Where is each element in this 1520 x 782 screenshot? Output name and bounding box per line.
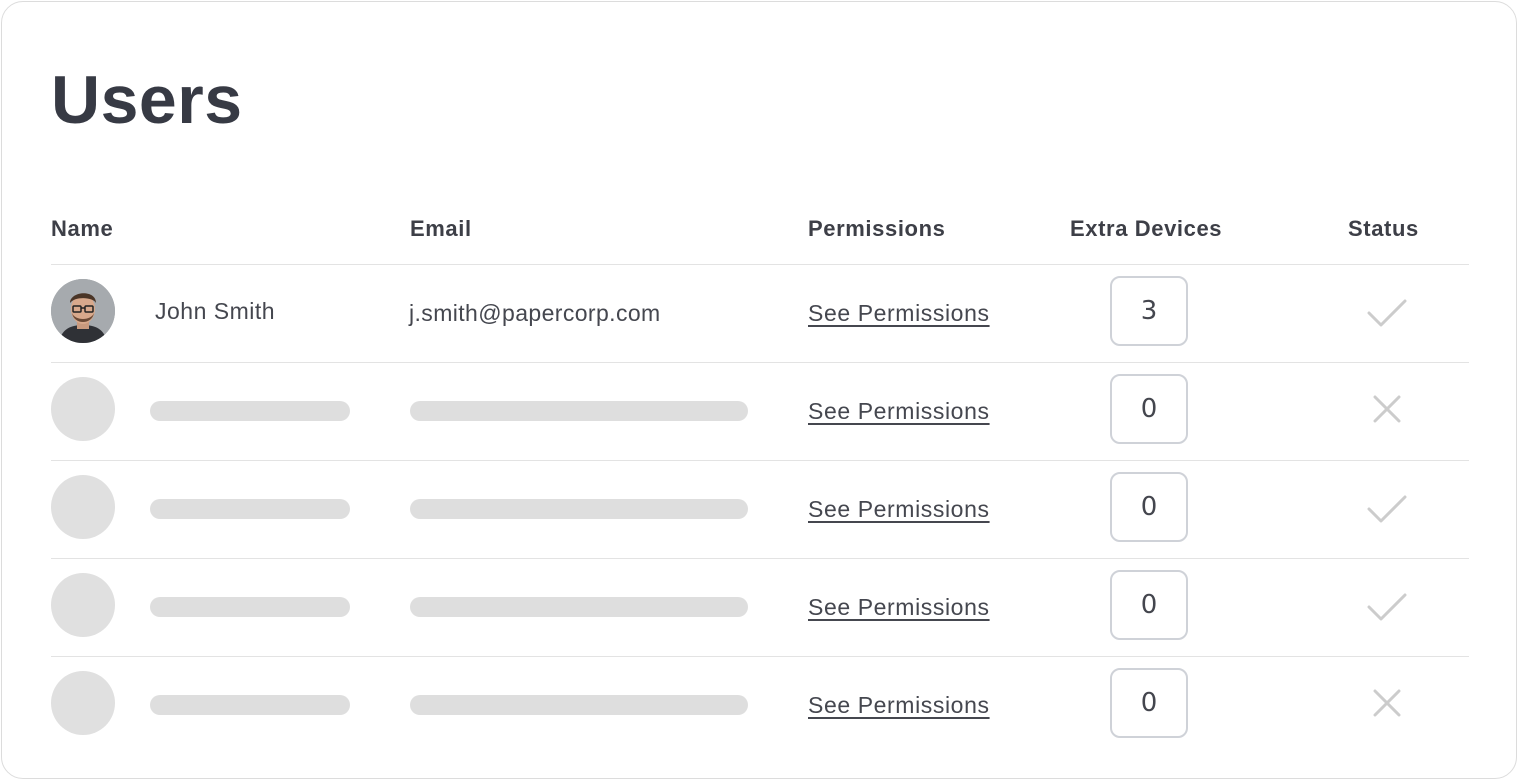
table-row: See Permissions 0 [51, 559, 1469, 657]
see-permissions-link[interactable]: See Permissions [808, 494, 990, 524]
extra-devices-input[interactable]: 0 [1110, 374, 1188, 444]
email-skeleton [410, 597, 748, 617]
column-header-extra-devices: Extra Devices [1070, 216, 1223, 241]
name-skeleton [150, 597, 350, 617]
see-permissions-link[interactable]: See Permissions [808, 396, 990, 426]
table-header: Name Email Permissions Extra Devices Sta… [51, 212, 1469, 265]
table-row: See Permissions 0 [51, 363, 1469, 461]
column-header-email: Email [410, 216, 472, 241]
name-skeleton [150, 499, 350, 519]
see-permissions-link[interactable]: See Permissions [808, 298, 990, 328]
column-header-permissions: Permissions [808, 216, 946, 241]
email-skeleton [410, 499, 748, 519]
x-icon [1373, 395, 1401, 423]
avatar-placeholder [51, 573, 115, 637]
check-icon [1367, 593, 1407, 621]
check-icon [1367, 495, 1407, 523]
email-skeleton [410, 401, 748, 421]
extra-devices-input[interactable]: 3 [1110, 276, 1188, 346]
table-row: John Smith j.smith@papercorp.com See Per… [51, 265, 1469, 363]
column-header-name: Name [51, 216, 114, 241]
name-skeleton [150, 695, 350, 715]
page-title: Users [51, 62, 243, 138]
avatar-placeholder [51, 671, 115, 735]
see-permissions-link[interactable]: See Permissions [808, 690, 990, 720]
users-table-body: John Smith j.smith@papercorp.com See Per… [51, 265, 1469, 754]
user-name: John Smith [155, 298, 276, 324]
table-row: See Permissions 0 [51, 461, 1469, 559]
avatar [51, 279, 115, 343]
avatar-placeholder [51, 475, 115, 539]
extra-devices-input[interactable]: 0 [1110, 472, 1188, 542]
name-skeleton [150, 401, 350, 421]
avatar-placeholder [51, 377, 115, 441]
table-row: See Permissions 0 [51, 657, 1469, 754]
check-icon [1367, 299, 1407, 327]
users-card: Users Name Email Permissions Extra Devic… [1, 1, 1517, 779]
email-skeleton [410, 695, 748, 715]
user-photo-icon [51, 279, 115, 343]
user-email: j.smith@papercorp.com [409, 300, 661, 326]
column-header-status: Status [1348, 216, 1419, 241]
extra-devices-input[interactable]: 0 [1110, 570, 1188, 640]
x-icon [1373, 689, 1401, 717]
extra-devices-input[interactable]: 0 [1110, 668, 1188, 738]
see-permissions-link[interactable]: See Permissions [808, 592, 990, 622]
